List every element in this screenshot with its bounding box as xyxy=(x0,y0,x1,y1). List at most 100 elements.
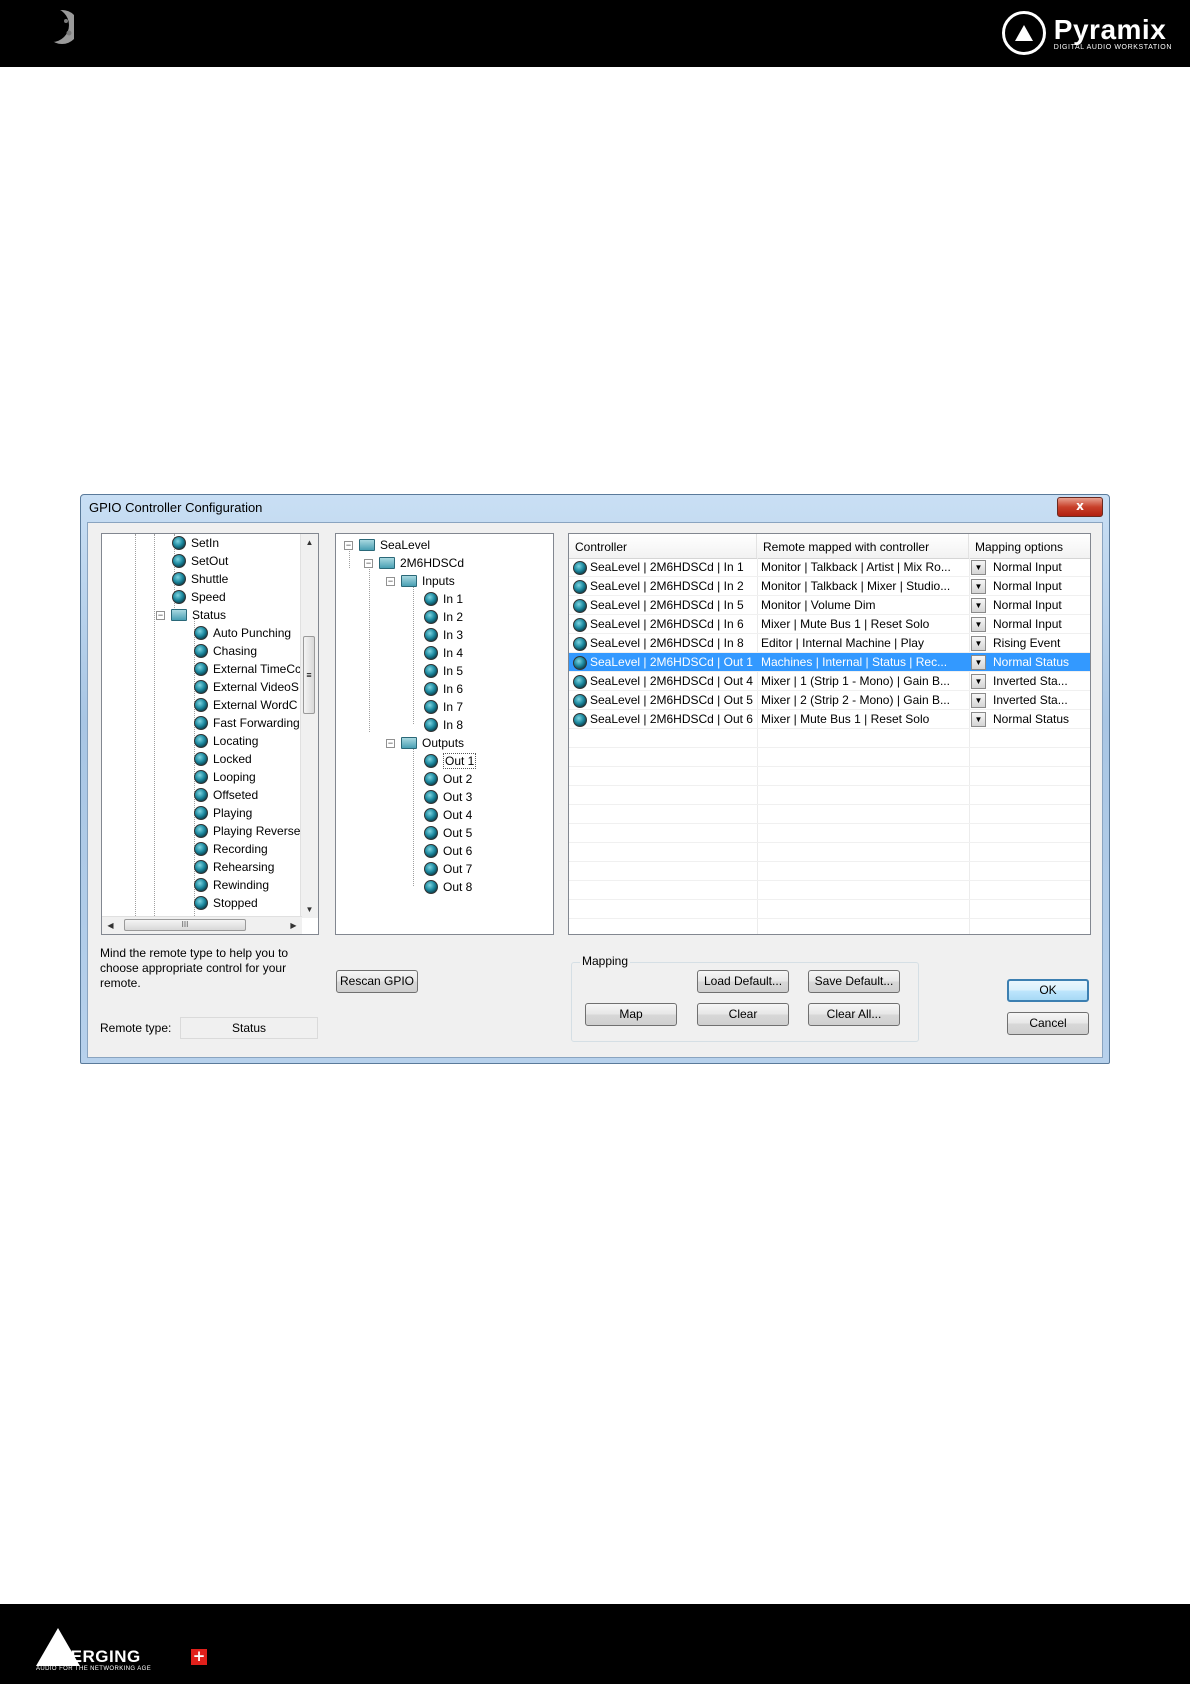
column-header-remote[interactable]: Remote mapped with controller xyxy=(757,534,969,558)
clear-all-button[interactable]: Clear All... xyxy=(808,1003,900,1026)
mapping-option-dropdown-icon[interactable]: ▼ xyxy=(971,712,986,727)
table-row[interactable]: SeaLevel | 2M6HDSCd | Out 4 Mixer | 1 (St… xyxy=(569,672,1090,691)
rescan-gpio-button[interactable]: Rescan GPIO xyxy=(336,970,418,993)
tree-input-item[interactable]: In 3 xyxy=(424,626,463,644)
table-row[interactable]: SeaLevel | 2M6HDSCd | In 5 Monitor | Volu… xyxy=(569,596,1090,615)
mapping-option-cell[interactable]: Normal Status xyxy=(993,653,1089,672)
mapping-option-cell[interactable]: Normal Input xyxy=(993,596,1089,615)
tree-input-item[interactable]: In 1 xyxy=(424,590,463,608)
table-row[interactable]: SeaLevel | 2M6HDSCd | Out 5 Mixer | 2 (St… xyxy=(569,691,1090,710)
tree-item-label: In 6 xyxy=(443,682,464,696)
ok-button[interactable]: OK xyxy=(1007,979,1089,1002)
remote-tree-item[interactable]: Recording xyxy=(194,840,268,858)
remote-tree-item-label: Auto Punching xyxy=(213,626,292,640)
tree-root[interactable]: − SeaLevel xyxy=(344,536,430,554)
scroll-left-arrow-icon[interactable]: ◀ xyxy=(102,917,119,934)
tree-output-item[interactable]: Out 1 xyxy=(424,752,477,770)
tree-output-item[interactable]: Out 7 xyxy=(424,860,472,878)
column-header-options[interactable]: Mapping options xyxy=(969,534,1090,558)
tree-input-item[interactable]: In 4 xyxy=(424,644,463,662)
tree-output-item[interactable]: Out 6 xyxy=(424,842,472,860)
collapse-icon[interactable]: − xyxy=(156,610,165,620)
vscroll-thumb[interactable]: ≡ xyxy=(303,636,315,714)
remote-tree-item[interactable]: − Status xyxy=(156,606,226,624)
remote-tree-item[interactable]: Playing Reverse xyxy=(194,822,300,840)
controller-tree[interactable]: − SeaLevel −2M6HDSCd − Inputs In 1 In 2 In 3 In … xyxy=(335,533,554,935)
tree-output-item[interactable]: Out 3 xyxy=(424,788,472,806)
remote-tree-item[interactable]: SetIn xyxy=(172,534,219,552)
tree-output-item[interactable]: Out 2 xyxy=(424,770,472,788)
tree-input-item[interactable]: In 7 xyxy=(424,698,463,716)
scroll-up-arrow-icon[interactable]: ▲ xyxy=(301,534,318,551)
remote-tree-item[interactable]: Playing xyxy=(194,804,252,822)
table-row[interactable]: SeaLevel | 2M6HDSCd | In 8 Editor | Inter… xyxy=(569,634,1090,653)
gpio-port-icon xyxy=(573,693,587,708)
tree-input-item[interactable]: In 2 xyxy=(424,608,463,626)
mapping-option-cell[interactable]: Normal Status xyxy=(993,710,1089,729)
tree-output-item[interactable]: Out 5 xyxy=(424,824,472,842)
remote-tree-item[interactable]: External VideoS xyxy=(194,678,299,696)
tree-input-item[interactable]: In 6 xyxy=(424,680,463,698)
remote-tree[interactable]: SetIn SetOut Shuttle Speed − Status Auto Punch… xyxy=(101,533,319,935)
tree-outputs-folder[interactable]: − Outputs xyxy=(386,734,464,752)
remote-tree-item[interactable]: Shuttle xyxy=(172,570,228,588)
mapping-option-dropdown-icon[interactable]: ▼ xyxy=(971,693,986,708)
tree-input-item[interactable]: In 8 xyxy=(424,716,463,734)
hscroll-thumb[interactable]: III xyxy=(124,919,246,931)
remote-tree-vscroll[interactable]: ▲ ≡ ▼ xyxy=(300,534,318,918)
remote-tree-item[interactable]: Rewinding xyxy=(194,876,269,894)
mapping-option-dropdown-icon[interactable]: ▼ xyxy=(971,617,986,632)
close-button[interactable]: x xyxy=(1057,497,1103,517)
column-header-controller[interactable]: Controller xyxy=(569,534,757,558)
mapping-option-cell[interactable]: Normal Input xyxy=(993,558,1089,577)
collapse-icon[interactable]: − xyxy=(364,558,373,568)
tree-input-item[interactable]: In 5 xyxy=(424,662,463,680)
mapping-grid[interactable]: Controller Remote mapped with controller… xyxy=(568,533,1091,935)
mapping-option-cell[interactable]: Rising Event xyxy=(993,634,1089,653)
table-row[interactable]: SeaLevel | 2M6HDSCd | Out 6 Mixer | Mute … xyxy=(569,710,1090,729)
mapping-option-dropdown-icon[interactable]: ▼ xyxy=(971,579,986,594)
table-row[interactable]: SeaLevel | 2M6HDSCd | In 6 Mixer | Mute B… xyxy=(569,615,1090,634)
tree-output-item[interactable]: Out 8 xyxy=(424,878,472,896)
mapping-option-dropdown-icon[interactable]: ▼ xyxy=(971,655,986,670)
remote-tree-item[interactable]: Rehearsing xyxy=(194,858,274,876)
mapping-option-dropdown-icon[interactable]: ▼ xyxy=(971,560,986,575)
remote-tree-item[interactable]: Fast Forwarding xyxy=(194,714,300,732)
remote-tree-item[interactable]: External TimeCc xyxy=(194,660,301,678)
remote-tree-hscroll[interactable]: ◀ III ▶ xyxy=(102,916,302,934)
save-default-button[interactable]: Save Default... xyxy=(808,970,900,993)
mapping-option-cell[interactable]: Inverted Sta... xyxy=(993,691,1089,710)
tree-output-item[interactable]: Out 4 xyxy=(424,806,472,824)
table-row[interactable]: SeaLevel | 2M6HDSCd | In 2 Monitor | Talk… xyxy=(569,577,1090,596)
tree-device[interactable]: − 2M6HDSCd xyxy=(364,554,464,572)
remote-tree-item[interactable]: Speed xyxy=(172,588,226,606)
remote-tree-item[interactable]: Chasing xyxy=(194,642,257,660)
scroll-down-arrow-icon[interactable]: ▼ xyxy=(301,901,318,918)
load-default-button[interactable]: Load Default... xyxy=(697,970,789,993)
cancel-button[interactable]: Cancel xyxy=(1007,1012,1089,1035)
clear-button[interactable]: Clear xyxy=(697,1003,789,1026)
map-button[interactable]: Map xyxy=(585,1003,677,1026)
folder-icon xyxy=(401,575,417,587)
remote-tree-item[interactable]: Locked xyxy=(194,750,252,768)
table-row[interactable]: SeaLevel | 2M6HDSCd | Out 1 Machines | In… xyxy=(569,653,1090,672)
remote-tree-item[interactable]: SetOut xyxy=(172,552,228,570)
mapping-option-cell[interactable]: Normal Input xyxy=(993,577,1089,596)
remote-tree-item[interactable]: Locating xyxy=(194,732,258,750)
mapping-option-cell[interactable]: Inverted Sta... xyxy=(993,672,1089,691)
remote-tree-item[interactable]: Auto Punching xyxy=(194,624,291,642)
tree-inputs-folder[interactable]: − Inputs xyxy=(386,572,455,590)
remote-tree-item[interactable]: Looping xyxy=(194,768,256,786)
table-row[interactable]: SeaLevel | 2M6HDSCd | In 1 Monitor | Talk… xyxy=(569,558,1090,577)
mapping-option-dropdown-icon[interactable]: ▼ xyxy=(971,674,986,689)
collapse-icon[interactable]: − xyxy=(386,738,395,748)
remote-tree-item[interactable]: External WordC xyxy=(194,696,297,714)
remote-tree-item[interactable]: Offseted xyxy=(194,786,258,804)
mapping-option-dropdown-icon[interactable]: ▼ xyxy=(971,636,986,651)
scroll-right-arrow-icon[interactable]: ▶ xyxy=(285,917,302,934)
collapse-icon[interactable]: − xyxy=(386,576,395,586)
mapping-option-cell[interactable]: Normal Input xyxy=(993,615,1089,634)
mapping-option-dropdown-icon[interactable]: ▼ xyxy=(971,598,986,613)
collapse-icon[interactable]: − xyxy=(344,540,353,550)
remote-tree-item[interactable]: Stopped xyxy=(194,894,258,912)
